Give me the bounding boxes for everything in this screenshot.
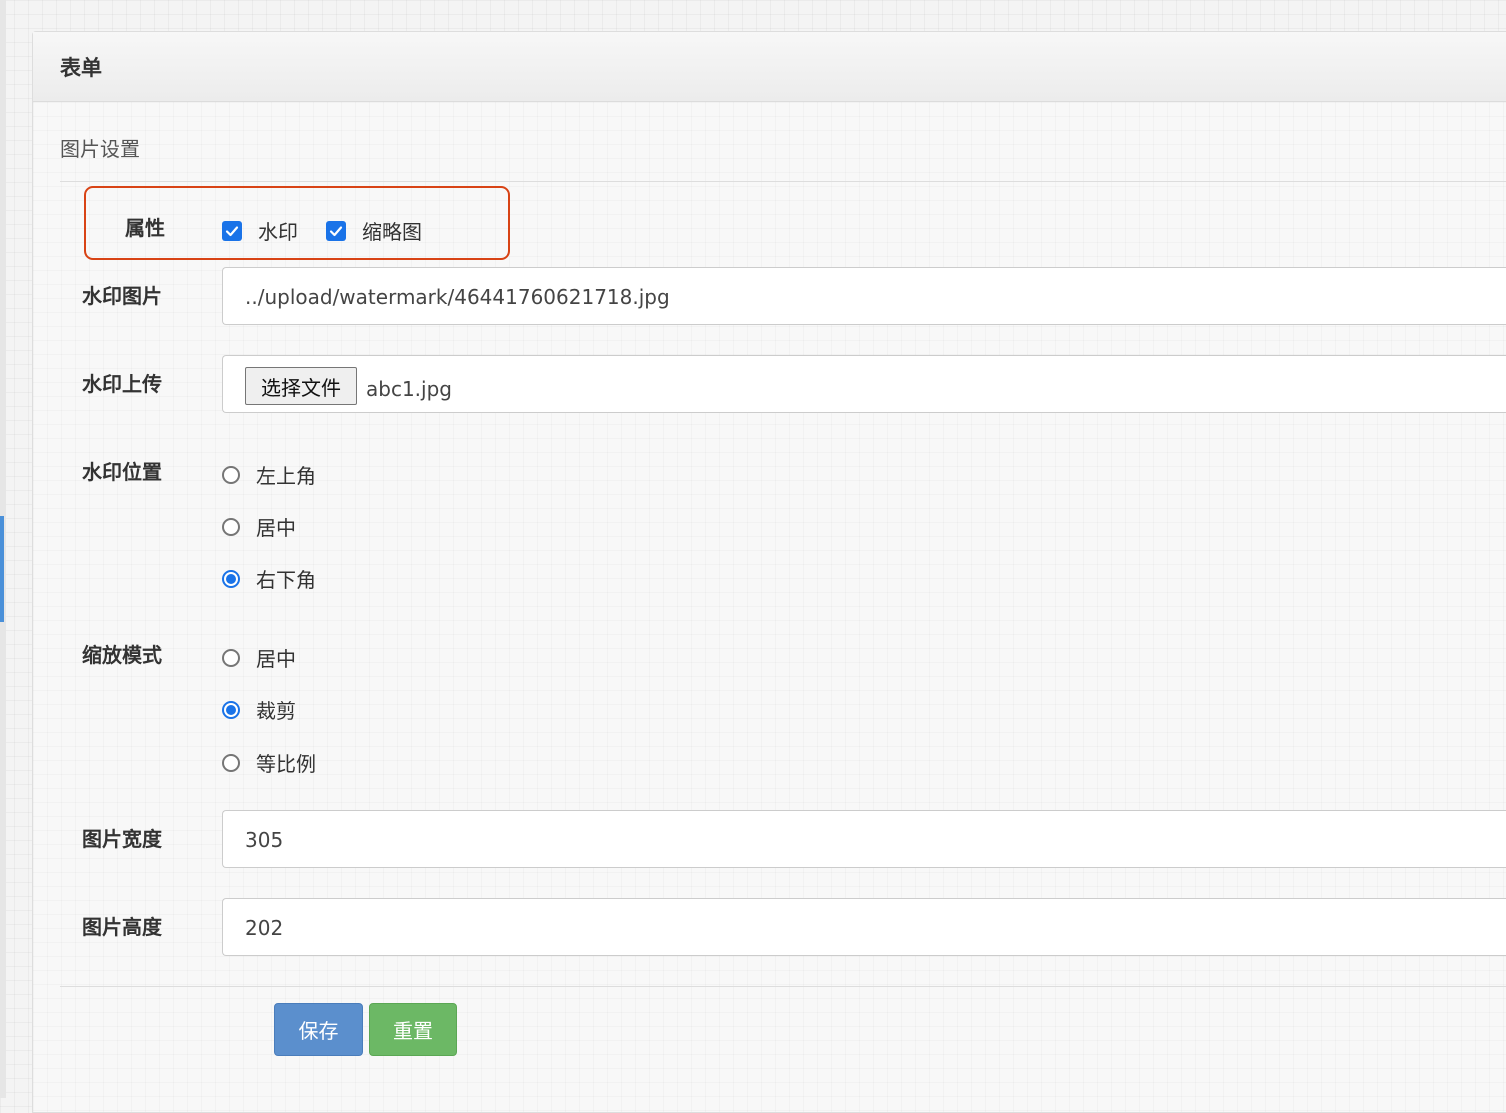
radio-unselected-icon[interactable]: [222, 517, 240, 536]
image-height-value: 202: [245, 916, 284, 940]
watermark-upload-label: 水印上传: [82, 372, 162, 396]
checkbox-watermark[interactable]: 水印: [222, 216, 298, 245]
panel-heading: 表单: [33, 32, 1506, 102]
choose-file-button[interactable]: 选择文件: [245, 367, 357, 405]
radio-label: 裁剪: [256, 699, 296, 723]
radio-selected-icon[interactable]: [222, 569, 240, 588]
radio-unselected-icon[interactable]: [222, 465, 240, 484]
scale-mode-label: 缩放模式: [82, 643, 162, 667]
panel-title: 表单: [60, 56, 102, 80]
attributes-label: 属性: [125, 216, 165, 240]
section-divider: [60, 181, 1506, 182]
watermark-upload-field: 选择文件 abc1.jpg: [222, 355, 1506, 413]
image-width-input[interactable]: 305: [222, 810, 1506, 868]
radio-label: 左上角: [256, 464, 316, 488]
image-width-value: 305: [245, 828, 284, 852]
watermark-image-label: 水印图片: [82, 284, 162, 308]
save-button[interactable]: 保存: [274, 1003, 363, 1056]
checkbox-thumbnail[interactable]: 缩略图: [326, 216, 422, 245]
image-width-label: 图片宽度: [82, 827, 162, 851]
sidebar-active-indicator: [0, 516, 4, 622]
reset-button[interactable]: 重置: [369, 1003, 457, 1056]
watermark-position-label: 水印位置: [82, 460, 162, 484]
radio-position-center[interactable]: 居中: [222, 512, 296, 541]
section-title: 图片设置: [60, 137, 140, 161]
checkbox-checked-icon[interactable]: [222, 220, 242, 241]
image-height-input[interactable]: 202: [222, 898, 1506, 956]
image-height-label: 图片高度: [82, 915, 162, 939]
radio-unselected-icon[interactable]: [222, 753, 240, 772]
radio-scale-crop[interactable]: 裁剪: [222, 695, 296, 724]
radio-position-bottom-right[interactable]: 右下角: [222, 564, 316, 593]
checkbox-label: 缩略图: [362, 220, 422, 244]
radio-position-top-left[interactable]: 左上角: [222, 460, 316, 489]
form-panel: 表单 图片设置 属性 水印 缩略图 水印图片 ../upload/waterma…: [32, 31, 1506, 1113]
actions-divider: [60, 986, 1506, 987]
radio-label: 右下角: [256, 568, 316, 592]
radio-label: 居中: [256, 647, 296, 671]
checkbox-checked-icon[interactable]: [326, 220, 346, 241]
watermark-image-value: ../upload/watermark/46441760621718.jpg: [245, 285, 670, 309]
radio-scale-center[interactable]: 居中: [222, 643, 296, 672]
radio-label: 等比例: [256, 752, 316, 776]
radio-unselected-icon[interactable]: [222, 648, 240, 667]
watermark-image-input[interactable]: ../upload/watermark/46441760621718.jpg: [222, 267, 1506, 325]
radio-selected-icon[interactable]: [222, 700, 240, 719]
checkbox-label: 水印: [258, 220, 298, 244]
radio-scale-proportional[interactable]: 等比例: [222, 748, 316, 777]
selected-file-name: abc1.jpg: [366, 377, 452, 401]
radio-label: 居中: [256, 516, 296, 540]
